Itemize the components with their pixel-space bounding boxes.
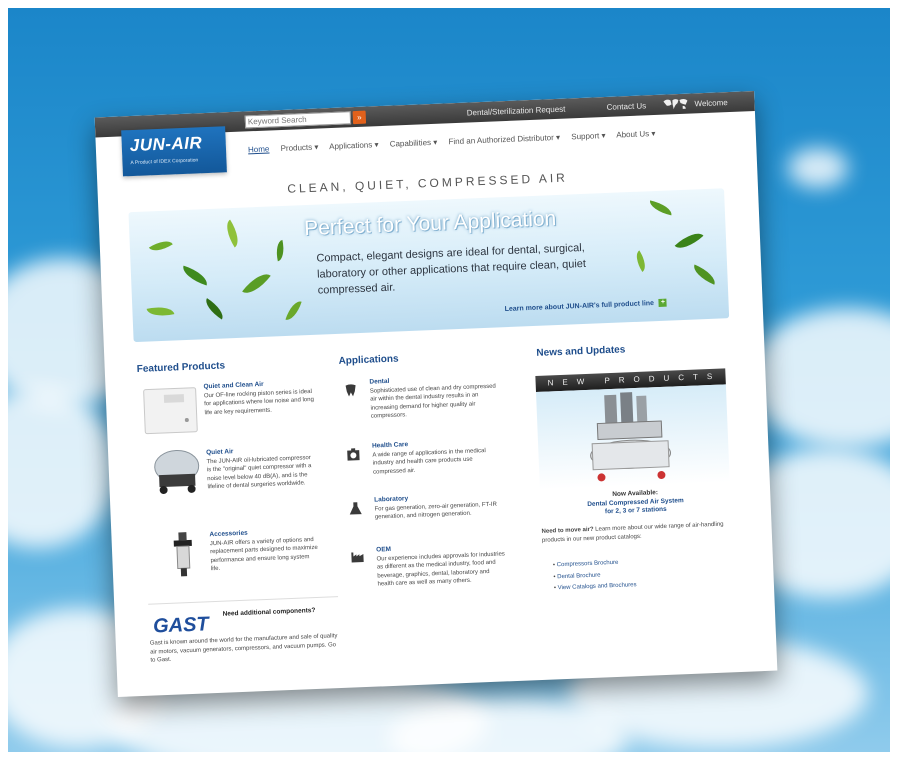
world-map-icon[interactable] — [661, 97, 690, 112]
featured-item: Quiet and Clean Air Our OF-line rocking … — [203, 379, 314, 417]
featured-item: Accessories JUN-AIR offers a variety of … — [209, 527, 321, 574]
logo-tagline: A Product of IDEX Corporation — [130, 157, 199, 167]
brochure-link-label: View Catalogs and Brochures — [557, 582, 637, 592]
hero-banner: Perfect for Your Application Compact, el… — [128, 188, 730, 343]
application-item: OEM Our experience includes approvals fo… — [376, 541, 508, 589]
brochure-link-label: Compressors Brochure — [556, 559, 619, 569]
nav-capabilities[interactable]: Capabilities ▾ — [390, 138, 438, 149]
application-item: Dental Sophisticated use of clean and dr… — [369, 373, 501, 421]
logo-name: JUN-AIR — [129, 133, 203, 156]
nav-applications[interactable]: Applications ▾ — [329, 140, 379, 151]
jun-air-logo[interactable]: JUN-AIR A Product of IDEX Corporation — [121, 126, 227, 177]
featured-products-heading: Featured Products — [136, 360, 226, 375]
leaf-graphic — [674, 226, 704, 255]
leaf-graphic — [690, 264, 719, 285]
leaf-graphic — [285, 298, 302, 323]
nav-products[interactable]: Products ▾ — [280, 143, 318, 154]
factory-icon — [351, 552, 364, 563]
quiet-air-compressor-image[interactable] — [148, 443, 206, 495]
news-lead-bold: Need to move air? — [541, 526, 594, 535]
gast-logo[interactable]: GAST — [153, 613, 209, 638]
medical-kit-icon — [347, 448, 360, 461]
applications-heading: Applications — [338, 353, 399, 367]
cloud — [748, 308, 890, 448]
divider — [148, 596, 339, 605]
featured-item-text: The JUN-AIR oil-lubricated compressor is… — [206, 454, 312, 491]
nav-distributor[interactable]: Find an Authorized Distributor ▾ — [448, 133, 560, 146]
featured-item-text: JUN-AIR offers a variety of options and … — [209, 536, 318, 573]
featured-item-text: Our OF-line rocking piston series is ide… — [203, 388, 314, 416]
dental-compressor-image — [590, 392, 672, 482]
accessories-filter-image[interactable] — [167, 530, 199, 581]
cabinet-compressor-image[interactable] — [139, 383, 201, 437]
plus-icon: + — [658, 298, 668, 307]
news-text: Need to move air? Learn more about our w… — [541, 520, 732, 545]
lab-flask-icon — [349, 502, 362, 515]
keyword-search-input[interactable] — [244, 111, 352, 129]
leaf-graphic — [179, 265, 211, 286]
application-item-text: A wide range of applications in the medi… — [372, 447, 486, 476]
website-page: » Dental/Sterilization Request Contact U… — [94, 90, 778, 698]
leaf-graphic — [273, 239, 287, 262]
gast-title: Need additional components? — [222, 607, 316, 618]
leaf-graphic — [220, 219, 244, 248]
main-nav: Home Products ▾ Applications ▾ Capabilit… — [248, 129, 665, 154]
news-links: • Compressors Brochure • Dental Brochure… — [553, 554, 734, 593]
cloud — [8, 388, 118, 548]
leaf-graphic — [201, 298, 228, 320]
nav-home[interactable]: Home — [248, 144, 270, 154]
news-heading: News and Updates — [536, 344, 626, 359]
brochure-link-label: Dental Brochure — [557, 572, 601, 580]
leaf-graphic — [631, 250, 650, 273]
application-item-text: Our experience includes approvals for in… — [376, 550, 505, 588]
nav-about[interactable]: About Us ▾ — [616, 129, 655, 140]
dental-system-image[interactable] — [535, 384, 730, 490]
application-item-text: Sophisticated use of clean and dry compr… — [369, 383, 496, 420]
leaf-graphic — [647, 200, 674, 216]
leaf-graphic — [148, 235, 173, 257]
banner-text: Compact, elegant designs are ideal for d… — [316, 241, 587, 297]
tooth-icon — [345, 384, 356, 397]
leaf-graphic — [242, 267, 271, 300]
dental-request-link[interactable]: Dental/Sterilization Request — [467, 105, 566, 118]
banner-title: Perfect for Your Application — [303, 207, 557, 241]
news-caption: Now Available: Dental Compressed Air Sys… — [540, 486, 731, 519]
featured-item: Quiet Air The JUN-AIR oil-lubricated com… — [206, 445, 318, 492]
gast-promo: Need additional components? — [223, 606, 333, 619]
product-line-link-label: Learn more about JUN-AIR's full product … — [504, 300, 655, 314]
product-line-link[interactable]: Learn more about JUN-AIR's full product … — [504, 298, 668, 314]
nav-support[interactable]: Support ▾ — [571, 131, 606, 141]
leaf-graphic — [146, 303, 175, 320]
application-item: Laboratory For gas generation, zero-air … — [374, 491, 505, 522]
welcome-link[interactable]: Welcome — [694, 98, 728, 108]
application-item: Health Care A wide range of applications… — [372, 437, 503, 476]
contact-us-link[interactable]: Contact Us — [606, 101, 646, 112]
search-button[interactable]: » — [352, 110, 367, 125]
cloud — [788, 148, 848, 188]
